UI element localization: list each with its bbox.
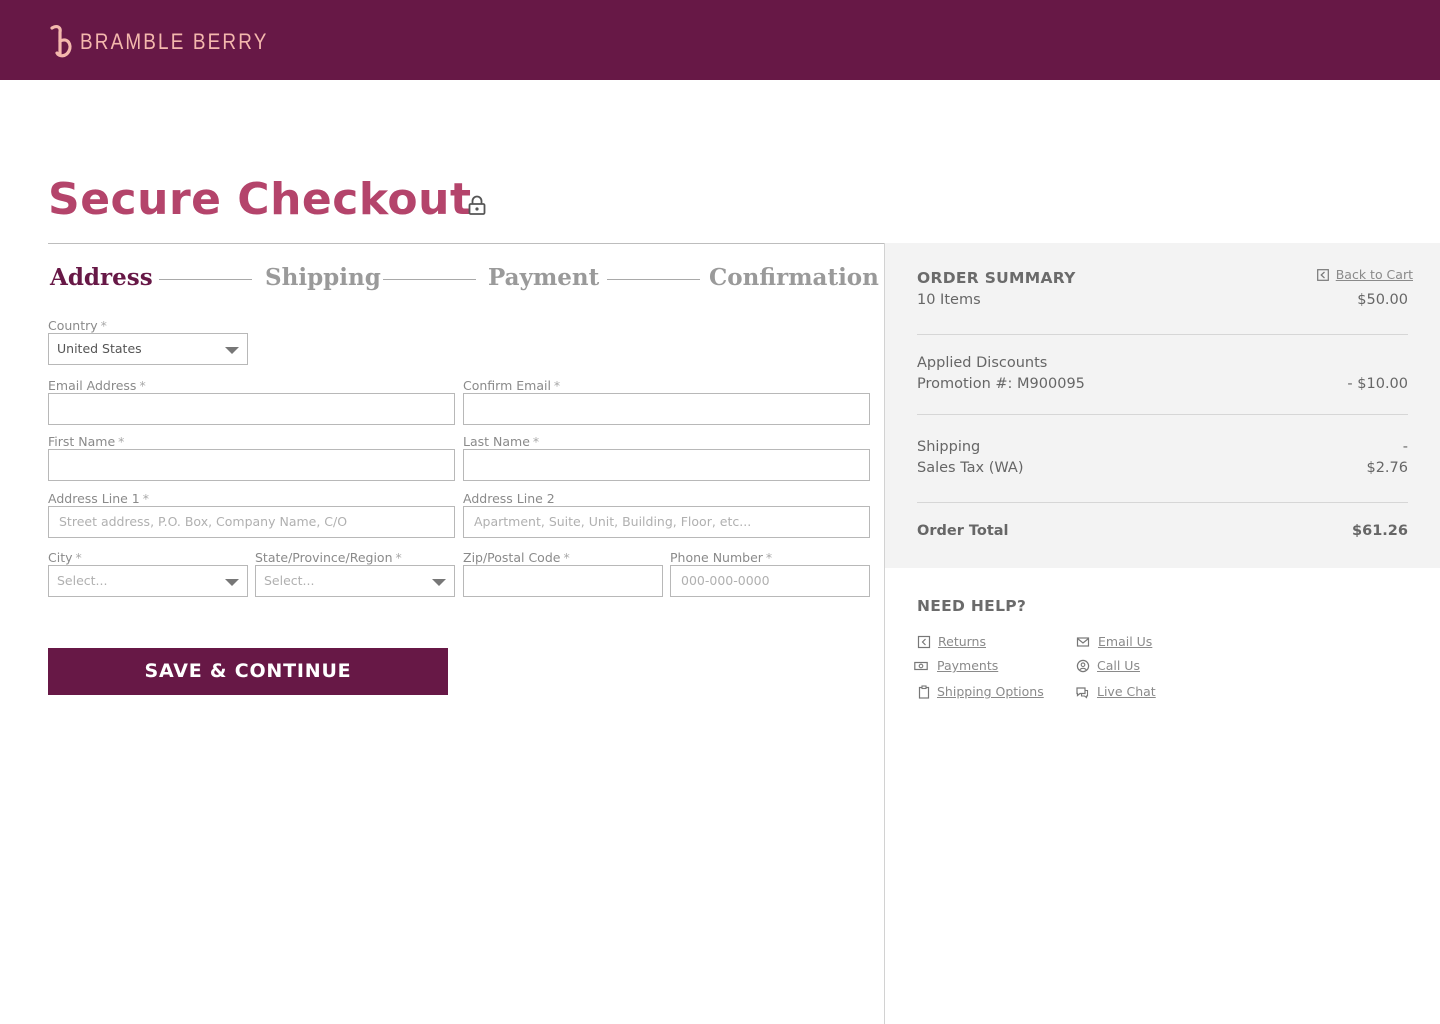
chevron-down-icon [225, 347, 239, 354]
zip-field[interactable] [463, 565, 663, 597]
address-line-2-field[interactable]: Apartment, Suite, Unit, Building, Floor,… [463, 506, 870, 538]
order-total-value: $61.26 [1352, 523, 1408, 539]
chat-icon [1076, 687, 1089, 699]
brand-name: BRAMBLE BERRY [80, 29, 269, 54]
live-chat-link[interactable]: Live Chat [1097, 684, 1156, 699]
state-select[interactable]: Select... [255, 565, 455, 597]
phone-icon [1076, 659, 1090, 673]
country-select[interactable]: United States [48, 333, 248, 365]
email-field[interactable] [48, 393, 455, 425]
confirm-email-label: Confirm Email * [463, 378, 561, 393]
zip-label: Zip/Postal Code * [463, 550, 570, 565]
shipping-value: - [1402, 439, 1408, 455]
chevron-down-icon [432, 579, 446, 586]
lock-icon [468, 195, 486, 215]
city-label: City * [48, 550, 82, 565]
call-us-link[interactable]: Call Us [1097, 658, 1140, 673]
shipping-label: Shipping [917, 439, 981, 455]
order-total-label: Order Total [917, 523, 1009, 539]
address-line-1-field[interactable]: Street address, P.O. Box, Company Name, … [48, 506, 455, 538]
brand-logo[interactable]: BRAMBLE BERRY [48, 24, 299, 60]
last-name-field[interactable] [463, 449, 870, 481]
step-connector [159, 279, 252, 280]
payments-link[interactable]: Payments [937, 658, 998, 673]
email-us-link[interactable]: Email Us [1098, 634, 1152, 649]
applied-discounts-label: Applied Discounts [917, 355, 1048, 371]
clipboard-icon [918, 685, 930, 699]
email-label: Email Address * [48, 378, 146, 393]
order-summary-title: ORDER SUMMARY [917, 269, 1076, 287]
returns-link[interactable]: Returns [938, 634, 986, 649]
promotion-label: Promotion #: M900095 [917, 376, 1085, 392]
returns-icon [917, 635, 931, 649]
shipping-options-link[interactable]: Shipping Options [937, 684, 1044, 699]
city-select[interactable]: Select... [48, 565, 248, 597]
country-label: Country * [48, 318, 107, 333]
sales-tax-label: Sales Tax (WA) [917, 460, 1024, 476]
need-help-title: NEED HELP? [917, 597, 1027, 615]
summary-divider [917, 414, 1408, 415]
cash-icon [914, 661, 928, 671]
summary-divider [917, 334, 1408, 335]
step-payment[interactable]: Payment [488, 262, 599, 294]
state-label: State/Province/Region * [255, 550, 402, 565]
back-arrow-icon [1316, 268, 1329, 281]
last-name-label: Last Name * [463, 434, 540, 449]
summary-divider [917, 502, 1408, 503]
top-header: BRAMBLE BERRY [0, 0, 1440, 80]
phone-label: Phone Number * [670, 550, 773, 565]
order-summary-panel: ORDER SUMMARY Back to Cart 10 Items $50.… [885, 243, 1440, 568]
first-name-label: First Name * [48, 434, 125, 449]
sales-tax-value: $2.76 [1366, 460, 1408, 476]
save-continue-button[interactable]: SAVE & CONTINUE [48, 648, 448, 695]
step-shipping[interactable]: Shipping [265, 262, 381, 294]
address-line-2-label: Address Line 2 [463, 491, 555, 506]
chevron-down-icon [225, 579, 239, 586]
step-connector [607, 279, 700, 280]
envelope-icon [1076, 637, 1090, 647]
bramble-berry-logo-icon [50, 25, 72, 58]
page-title: Secure Checkout [48, 174, 472, 225]
first-name-field[interactable] [48, 449, 455, 481]
step-connector [383, 279, 476, 280]
step-confirmation[interactable]: Confirmation [709, 262, 879, 294]
phone-field[interactable]: 000-000-0000 [670, 565, 870, 597]
address-line-1-label: Address Line 1 * [48, 491, 149, 506]
step-address[interactable]: Address [50, 262, 153, 294]
confirm-email-field[interactable] [463, 393, 870, 425]
title-divider [48, 243, 885, 244]
items-subtotal: $50.00 [1357, 292, 1408, 308]
checkout-steps: Address Shipping Payment Confirmation [48, 262, 879, 298]
back-to-cart-link[interactable]: Back to Cart [1316, 267, 1413, 282]
promotion-value: - $10.00 [1347, 376, 1408, 392]
items-count: 10 Items [917, 292, 981, 308]
